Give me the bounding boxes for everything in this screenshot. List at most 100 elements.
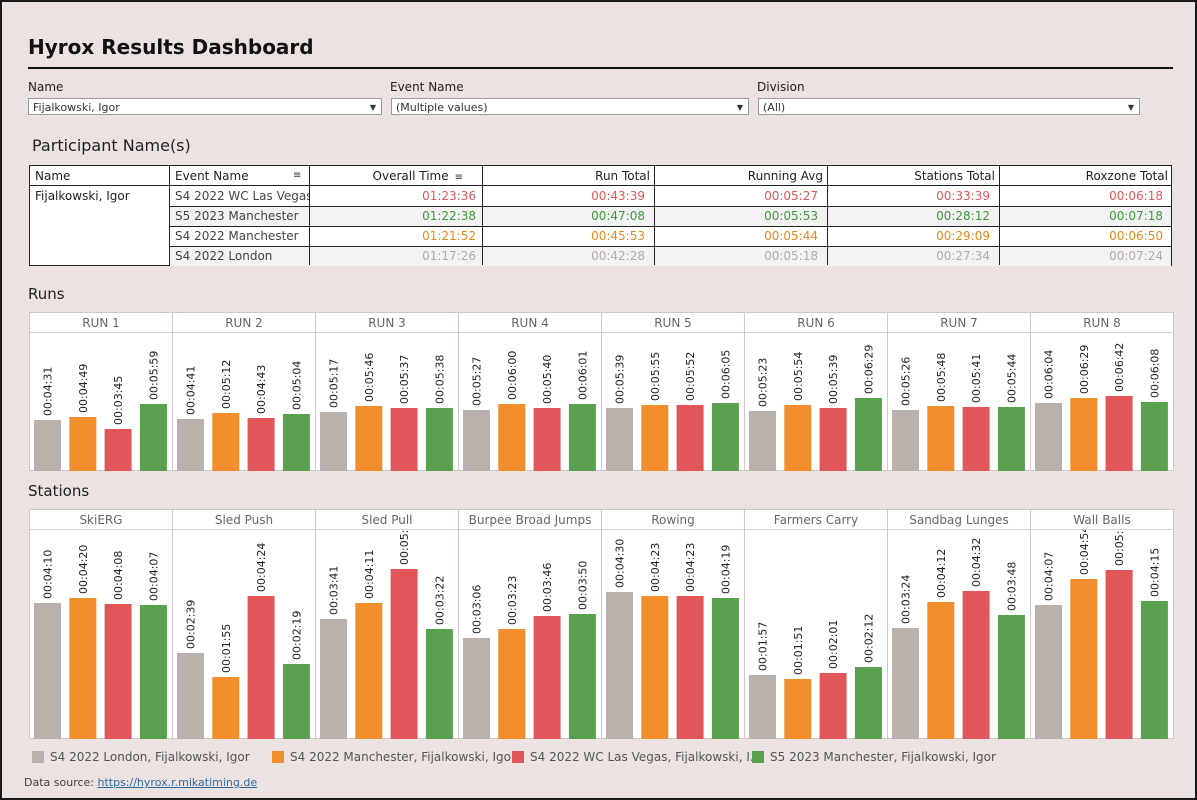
bar[interactable]	[139, 404, 167, 471]
filter-division-dropdown[interactable]: (All) ▼	[758, 98, 1140, 115]
time-cell-roxzone-total: 00:07:24	[1109, 249, 1163, 263]
bar[interactable]	[568, 614, 596, 739]
runs-title: Runs	[28, 285, 65, 303]
data-label: 00:02:39	[185, 600, 198, 649]
bar[interactable]	[606, 592, 633, 739]
col-header-run-total[interactable]: Run Total	[482, 166, 650, 186]
bar[interactable]	[390, 569, 418, 739]
data-label: 00:05:44	[1005, 354, 1018, 403]
bar[interactable]	[819, 408, 847, 471]
bar[interactable]	[69, 598, 97, 739]
legend-label: S4 2022 Manchester, Fijalkowski, Igor	[290, 750, 516, 764]
bar[interactable]	[498, 629, 526, 739]
bar[interactable]	[1140, 402, 1168, 471]
bar[interactable]	[34, 603, 61, 739]
bar[interactable]	[962, 591, 990, 739]
data-label: 00:05:55	[649, 352, 662, 401]
data-label: 00:04:41	[185, 366, 198, 415]
legend-swatch	[32, 751, 44, 763]
bar[interactable]	[320, 619, 347, 739]
bar[interactable]	[425, 408, 453, 471]
bar[interactable]	[247, 418, 275, 471]
bar[interactable]	[819, 673, 847, 739]
time-cell-run-total: 00:47:08	[591, 209, 645, 223]
bar[interactable]	[177, 419, 204, 471]
bar[interactable]	[676, 405, 704, 471]
filter-event-dropdown[interactable]: (Multiple values) ▼	[391, 98, 749, 115]
legend-item[interactable]: S4 2022 Manchester, Fijalkowski, Igor	[272, 750, 516, 764]
bar[interactable]	[1105, 396, 1133, 471]
bar[interactable]	[34, 420, 61, 471]
bar[interactable]	[997, 407, 1025, 471]
bar[interactable]	[320, 412, 347, 471]
col-header-overall[interactable]: Overall Time ≡	[310, 166, 480, 186]
bar[interactable]	[533, 616, 561, 739]
bar[interactable]	[711, 598, 739, 739]
col-header-event[interactable]: Event Name ≡	[175, 166, 310, 186]
data-label: 00:03:45	[112, 376, 125, 425]
bar[interactable]	[1105, 570, 1133, 739]
legend-item[interactable]: S4 2022 London, Fijalkowski, Igor	[32, 750, 250, 764]
bar[interactable]	[606, 408, 633, 471]
bar[interactable]	[1070, 398, 1098, 471]
bar[interactable]	[1035, 605, 1062, 739]
col-divider	[309, 166, 310, 265]
bar[interactable]	[749, 411, 776, 471]
col-header-roxzone-total[interactable]: Roxzone Total	[1000, 166, 1168, 186]
bar[interactable]	[997, 615, 1025, 739]
chart-panel: SkiERG 00:04:10 00:04:20 00:04:08 00:04:07	[29, 509, 173, 739]
bar[interactable]	[139, 605, 167, 739]
bar[interactable]	[212, 677, 240, 739]
bar[interactable]	[498, 404, 526, 471]
data-label: 00:06:08	[1148, 349, 1161, 398]
bar[interactable]	[1035, 403, 1062, 471]
data-label: 00:04:24	[255, 543, 268, 592]
bar[interactable]	[1140, 601, 1168, 739]
bar[interactable]	[104, 604, 132, 739]
col-header-name[interactable]: Name	[35, 166, 165, 186]
bar[interactable]	[463, 410, 490, 471]
bar[interactable]	[892, 628, 919, 739]
bar[interactable]	[854, 398, 882, 471]
data-label: 00:03:46	[541, 563, 554, 612]
bar[interactable]	[568, 404, 596, 471]
bar[interactable]	[676, 596, 704, 739]
col-header-running-avg[interactable]: Running Avg	[655, 166, 823, 186]
filter-name-dropdown[interactable]: Fijalkowski, Igor ▼	[28, 98, 382, 115]
bar[interactable]	[927, 602, 955, 739]
bar[interactable]	[711, 403, 739, 471]
bar[interactable]	[784, 679, 812, 739]
bar[interactable]	[749, 675, 776, 739]
bar[interactable]	[641, 596, 669, 739]
bar[interactable]	[104, 429, 132, 471]
category-label: Sled Push	[173, 510, 315, 530]
bar[interactable]	[69, 417, 97, 471]
col-header-stations-total[interactable]: Stations Total	[827, 166, 995, 186]
bar[interactable]	[355, 406, 383, 471]
bar[interactable]	[177, 653, 204, 739]
bar[interactable]	[1070, 579, 1098, 739]
time-cell-stations-total: 00:29:09	[936, 229, 990, 243]
bar[interactable]	[212, 413, 240, 471]
legend-item[interactable]: S4 2022 WC Las Vegas, Fijalkowski, I...	[512, 750, 761, 764]
bar[interactable]	[247, 596, 275, 739]
bar[interactable]	[784, 405, 812, 471]
bar[interactable]	[425, 629, 453, 739]
bar[interactable]	[962, 407, 990, 471]
bar[interactable]	[390, 408, 418, 471]
sort-icon[interactable]: ≡	[293, 166, 301, 186]
bar[interactable]	[463, 638, 490, 739]
bar[interactable]	[892, 410, 919, 471]
bar[interactable]	[854, 667, 882, 739]
chart-panel: RUN 5 00:05:39 00:05:55 00:05:52 00:06:05	[601, 312, 745, 471]
bar[interactable]	[282, 414, 310, 471]
bar[interactable]	[533, 408, 561, 471]
data-source-link[interactable]: https://hyrox.r.mikatiming.de	[98, 776, 258, 789]
legend-item[interactable]: S5 2023 Manchester, Fijalkowski, Igor	[752, 750, 996, 764]
category-label: RUN 8	[1031, 313, 1173, 333]
bar[interactable]	[641, 405, 669, 471]
bar[interactable]	[355, 603, 383, 739]
bar[interactable]	[927, 406, 955, 471]
sort-icon[interactable]: ≡	[455, 172, 463, 183]
bar[interactable]	[282, 664, 310, 739]
